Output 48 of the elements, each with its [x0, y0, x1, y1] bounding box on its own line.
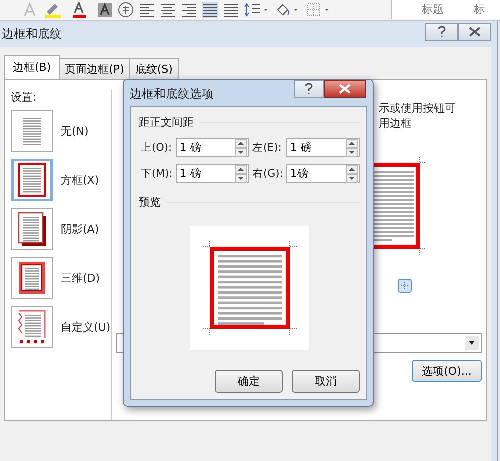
field-label: 下(M):: [141, 166, 173, 180]
align-center-icon[interactable]: [160, 2, 176, 18]
field-label: 右(G):: [252, 166, 284, 180]
tab[interactable]: 页面边框(P): [59, 58, 130, 79]
setting-option[interactable]: [11, 257, 53, 299]
close-button[interactable]: [458, 23, 491, 41]
question-mark-icon: [304, 83, 314, 95]
character-shading-icon[interactable]: [97, 2, 113, 18]
settings-label: 设置:: [11, 90, 38, 105]
preview-instructions: 用边框: [379, 116, 413, 131]
enclosed-character-icon[interactable]: [118, 2, 134, 18]
setting-label: 阴影(A): [61, 222, 100, 236]
setting-label: 三维(D): [61, 270, 100, 286]
shading-bucket-icon[interactable]: [275, 2, 301, 18]
close-icon: [339, 84, 351, 94]
borders-icon[interactable]: [306, 2, 332, 18]
align-left-icon[interactable]: [139, 2, 155, 18]
close-icon: [468, 27, 480, 37]
align-right-icon[interactable]: [181, 2, 197, 18]
cancel-button[interactable]: 取消: [292, 370, 360, 393]
boxed-page-icon: [14, 161, 50, 199]
line-spacing-icon[interactable]: [244, 2, 270, 18]
setting-option[interactable]: [11, 208, 53, 250]
justify-icon[interactable]: [202, 2, 218, 18]
distributed-icon[interactable]: [223, 2, 239, 18]
window-title: 边框和底纹: [1, 26, 62, 42]
field-label: 左(E):: [252, 140, 283, 154]
group-label: 预览: [139, 195, 161, 210]
close-button[interactable]: [324, 80, 366, 98]
options-button[interactable]: 选项(O)...: [412, 360, 482, 382]
setting-label: 方框(X): [61, 172, 100, 188]
setting-label: 无(N): [61, 124, 89, 138]
style-option[interactable]: 标: [474, 2, 485, 17]
help-button[interactable]: [425, 23, 458, 41]
field-label: 上(O):: [141, 140, 173, 154]
tab[interactable]: 边框(B): [4, 55, 60, 79]
dialog-title: 边框和底纹选项: [130, 86, 214, 103]
setting-option[interactable]: [11, 159, 53, 201]
tab[interactable]: 底纹(S): [129, 58, 179, 79]
question-mark-icon: [436, 26, 446, 38]
setting-option[interactable]: [11, 306, 53, 348]
setting-label: 自定义(U): [61, 320, 111, 334]
ok-button[interactable]: 确定: [215, 370, 283, 393]
style-option[interactable]: 标题: [422, 2, 444, 17]
help-button[interactable]: [294, 80, 324, 98]
preview-instructions: 示或使用按钮可: [379, 101, 457, 116]
group-label: 距正文间距: [139, 115, 194, 130]
border-button-icon[interactable]: [398, 279, 412, 293]
